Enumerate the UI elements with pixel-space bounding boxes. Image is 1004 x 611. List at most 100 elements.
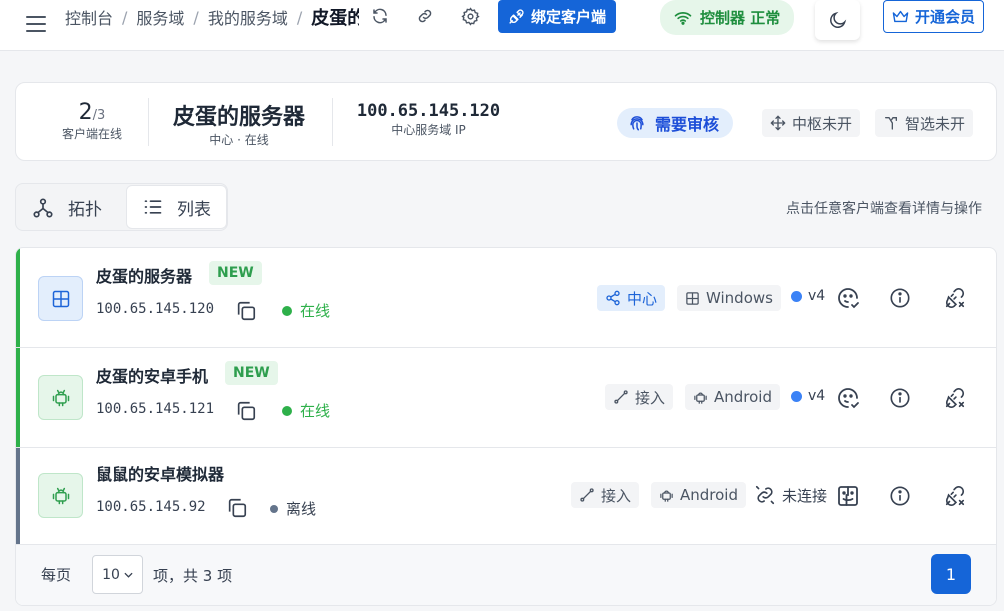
plug-icon bbox=[509, 9, 524, 24]
total-count: 项，共 3 项 bbox=[153, 567, 233, 585]
server-stat: 皮蛋的服务器 中心 · 在线 bbox=[164, 99, 314, 148]
menu-icon[interactable] bbox=[26, 15, 46, 33]
breadcrumb-item-my-domain[interactable]: 我的服务域 bbox=[208, 5, 288, 29]
tab-topology[interactable]: 拓扑 bbox=[32, 195, 102, 220]
fingerprint-icon bbox=[630, 116, 644, 131]
list-hint: 点击任意客户端查看详情与操作 bbox=[786, 201, 982, 217]
windows-device-icon bbox=[38, 276, 83, 321]
new-badge: NEW bbox=[225, 361, 278, 385]
os-chip: Android bbox=[651, 482, 746, 508]
client-status: 在线 bbox=[282, 400, 330, 421]
role-chip: 接入 bbox=[605, 384, 674, 410]
wifi-icon bbox=[674, 11, 692, 25]
theme-toggle[interactable] bbox=[815, 0, 860, 40]
role-chip: 接入 bbox=[571, 482, 640, 508]
client-status-label: 离线 bbox=[286, 500, 317, 518]
hub-status-label: 中枢未开 bbox=[792, 114, 853, 133]
page-button-current[interactable]: 1 bbox=[931, 554, 971, 594]
android-device-icon bbox=[38, 375, 83, 420]
breadcrumb-item-domain[interactable]: 服务域 bbox=[136, 5, 184, 29]
android-icon bbox=[660, 490, 673, 502]
os-label: Android bbox=[714, 388, 772, 406]
server-name: 皮蛋的服务器 bbox=[172, 105, 305, 130]
client-ip: 100.65.145.121 bbox=[96, 401, 215, 417]
client-status-label: 在线 bbox=[300, 302, 331, 320]
client-ip: 100.65.145.120 bbox=[96, 301, 215, 317]
breadcrumb-separator: / bbox=[296, 7, 303, 27]
breadcrumb-item-console[interactable]: 控制台 bbox=[65, 5, 113, 29]
unlink-icon bbox=[755, 485, 775, 505]
client-name: 鼠鼠的安卓模拟器 bbox=[96, 465, 225, 484]
copy-icon[interactable] bbox=[226, 497, 248, 519]
face-check-icon[interactable] bbox=[836, 286, 860, 310]
per-page-value: 10 bbox=[102, 566, 120, 583]
version-dot bbox=[791, 390, 802, 402]
ip-stat: 100.65.145.120 中心服务域 IP bbox=[346, 101, 511, 138]
access-icon bbox=[614, 390, 628, 404]
split-icon bbox=[885, 117, 897, 130]
status-dot bbox=[282, 305, 292, 316]
disconnect-icon[interactable] bbox=[944, 287, 966, 309]
android-icon bbox=[694, 392, 707, 404]
moon-icon bbox=[829, 11, 846, 28]
open-membership-button[interactable]: 开通会员 bbox=[883, 0, 985, 33]
link-icon[interactable] bbox=[416, 7, 434, 25]
server-ip: 100.65.145.120 bbox=[356, 101, 501, 121]
version-label: 未连接 bbox=[782, 486, 828, 505]
access-icon bbox=[580, 488, 594, 502]
client-status: 离线 bbox=[270, 498, 316, 519]
hub-status-badge[interactable]: 中枢未开 bbox=[762, 109, 861, 137]
client-row[interactable]: 皮蛋的安卓手机 NEW 100.65.145.121 在线 接入 Android… bbox=[16, 348, 996, 448]
disconnect-icon[interactable] bbox=[944, 485, 966, 507]
disconnect-icon[interactable] bbox=[944, 387, 966, 409]
divider bbox=[332, 98, 333, 146]
face-check-icon[interactable] bbox=[836, 386, 860, 410]
view-tabs: 拓扑 列表 bbox=[15, 183, 228, 231]
domain-summary-card: 2/3 客户端在线 皮蛋的服务器 中心 · 在线 100.65.145.120 … bbox=[15, 82, 997, 161]
online-label: 客户端在线 bbox=[61, 127, 122, 141]
pagination-bar: 每页 10 项，共 3 项 1 bbox=[16, 545, 996, 605]
version-label: v4 bbox=[808, 288, 826, 304]
info-icon[interactable] bbox=[889, 287, 911, 309]
client-list: 皮蛋的服务器 NEW 100.65.145.120 在线 中心 Windows … bbox=[15, 247, 997, 606]
tab-topology-label: 拓扑 bbox=[68, 200, 102, 220]
online-stat: 2/3 客户端在线 bbox=[56, 100, 128, 142]
row-accent bbox=[16, 448, 20, 544]
bind-client-label: 绑定客户端 bbox=[531, 8, 607, 26]
info-icon[interactable] bbox=[889, 485, 911, 507]
info-icon[interactable] bbox=[889, 387, 911, 409]
tab-list[interactable]: 列表 bbox=[126, 185, 227, 229]
divider bbox=[148, 98, 149, 146]
smart-route-badge[interactable]: 智选未开 bbox=[875, 109, 974, 137]
client-row[interactable]: 鼠鼠的安卓模拟器 100.65.145.92 离线 接入 Android 未连接 bbox=[16, 448, 996, 545]
role-label: 中心 bbox=[627, 289, 658, 308]
copy-icon[interactable] bbox=[235, 300, 257, 322]
top-bar: 控制台 / 服务域 / 我的服务域 / 皮蛋的服务器 绑定客户端 控制器 正常 … bbox=[0, 0, 1004, 51]
os-chip: Windows bbox=[677, 285, 781, 311]
list-icon bbox=[144, 200, 162, 214]
row-accent bbox=[16, 248, 20, 347]
per-page-select[interactable]: 10 bbox=[92, 555, 143, 594]
controller-status-badge: 控制器 正常 bbox=[660, 0, 795, 35]
version-info: v4 bbox=[791, 388, 825, 404]
breadcrumb-current: 皮蛋的服务器 bbox=[311, 8, 360, 29]
client-status: 在线 bbox=[282, 300, 330, 321]
needs-review-badge[interactable]: 需要审核 bbox=[617, 108, 734, 138]
open-membership-label: 开通会员 bbox=[915, 8, 976, 26]
version-label: v4 bbox=[808, 388, 826, 404]
per-page-label: 每页 bbox=[41, 566, 72, 584]
gear-icon[interactable] bbox=[461, 7, 480, 26]
client-name: 皮蛋的服务器 bbox=[96, 267, 193, 286]
bind-client-button[interactable]: 绑定客户端 bbox=[498, 0, 617, 33]
refresh-icon[interactable] bbox=[371, 7, 389, 25]
client-ip: 100.65.145.92 bbox=[96, 499, 206, 515]
client-status-label: 在线 bbox=[300, 402, 331, 420]
role-label: 接入 bbox=[601, 486, 632, 505]
os-label: Android bbox=[680, 486, 738, 504]
copy-icon[interactable] bbox=[235, 400, 257, 422]
server-role-status: 中心 · 在线 bbox=[209, 133, 269, 147]
os-chip: Android bbox=[685, 384, 780, 410]
client-row[interactable]: 皮蛋的服务器 NEW 100.65.145.120 在线 中心 Windows … bbox=[16, 248, 996, 348]
finder-icon[interactable] bbox=[836, 484, 860, 508]
topology-icon bbox=[33, 197, 53, 218]
